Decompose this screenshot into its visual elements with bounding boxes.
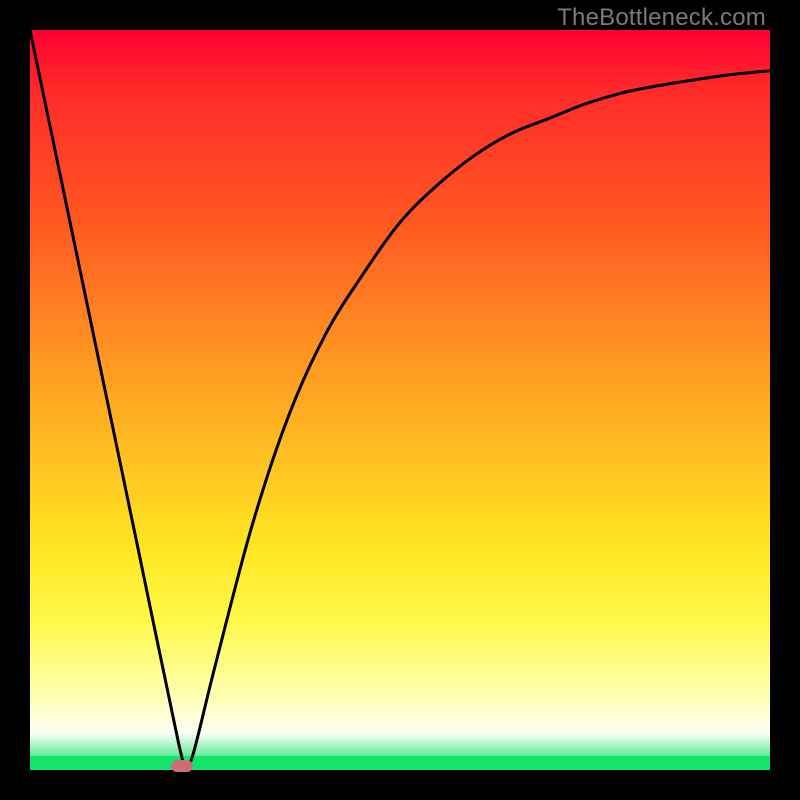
- chart-frame: TheBottleneck.com: [0, 0, 800, 800]
- bottleneck-curve: [30, 30, 770, 770]
- plot-area: [30, 30, 770, 770]
- baseline-strip: [30, 756, 770, 770]
- curve-path: [30, 30, 770, 766]
- watermark-text: TheBottleneck.com: [557, 4, 766, 32]
- optimum-marker: [171, 760, 193, 772]
